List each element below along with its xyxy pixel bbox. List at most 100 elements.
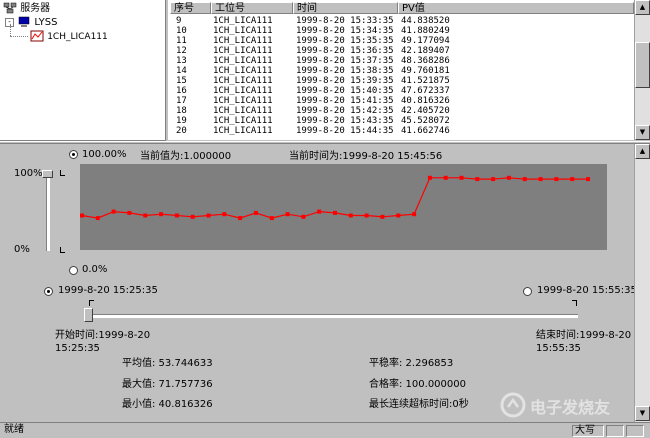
row-pv[interactable]: 41.662746 [401,126,450,136]
row-time[interactable]: 1999-8-20 15:34:35 [296,26,394,36]
row-index[interactable]: 13 [176,56,187,66]
row-time[interactable]: 1999-8-20 15:39:35 [296,76,394,86]
row-tag[interactable]: 1CH_LICA111 [213,126,273,136]
scroll-up-button[interactable]: ▲ [635,0,650,15]
trend-point [301,214,306,219]
row-time[interactable]: 1999-8-20 15:33:35 [296,16,394,26]
row-index[interactable]: 11 [176,36,187,46]
radio-bottom-percent[interactable] [69,266,78,275]
row-tag[interactable]: 1CH_LICA111 [213,46,273,56]
col-header-pv[interactable]: PV值 [398,2,634,14]
trend-point [506,175,511,180]
tree-leaf-tag[interactable]: 1CH_LICA111 [30,30,108,44]
row-index[interactable]: 17 [176,96,187,106]
time-range-thumb[interactable] [84,308,93,322]
row-tag[interactable]: 1CH_LICA111 [213,56,273,66]
trend-point [127,210,132,215]
row-index[interactable]: 12 [176,46,187,56]
stat-min: 最小值: 40.816326 [122,399,213,410]
row-index[interactable]: 16 [176,86,187,96]
trend-point [111,209,116,214]
status-bar: 就绪 大写 [0,422,650,438]
pane-splitter[interactable] [0,141,650,144]
end-time-label: 结束时间:1999-8-20 [536,330,632,341]
row-pv[interactable]: 44.838520 [401,16,450,26]
trend-point [206,213,211,218]
col-header-time[interactable]: 时间 [293,2,398,14]
history-table[interactable]: 序号 工位号 时间 PV值 9 1CH_LICA111 1999-8-20 15:3… [168,0,634,140]
row-pv[interactable]: 45.528072 [401,116,450,126]
row-tag[interactable]: 1CH_LICA111 [213,66,273,76]
row-pv[interactable]: 41.880249 [401,26,450,36]
row-time[interactable]: 1999-8-20 15:41:35 [296,96,394,106]
row-tag[interactable]: 1CH_LICA111 [213,106,273,116]
trend-point [253,210,258,215]
trend-plot [80,164,607,250]
row-time[interactable]: 1999-8-20 15:36:35 [296,46,394,56]
radio-end-time[interactable] [523,287,532,296]
row-pv[interactable]: 42.189407 [401,46,450,56]
vertical-slider-track[interactable] [46,176,50,251]
row-index[interactable]: 15 [176,76,187,86]
row-index[interactable]: 10 [176,26,187,36]
trend-point [143,213,148,218]
row-index[interactable]: 18 [176,106,187,116]
trend-point [364,213,369,218]
row-index[interactable]: 9 [176,16,181,26]
trend-point [380,214,385,219]
row-time[interactable]: 1999-8-20 15:40:35 [296,86,394,96]
trend-scrollbar[interactable]: ▲ ▼ [634,144,650,422]
radio-start-time[interactable] [44,287,53,296]
row-tag[interactable]: 1CH_LICA111 [213,76,273,86]
start-time-label: 开始时间:1999-8-20 [55,330,151,341]
current-time-label: 当前时间为:1999-8-20 15:45:56 [289,151,443,162]
row-time[interactable]: 1999-8-20 15:35:35 [296,36,394,46]
end-time-radio-label: 1999-8-20 15:55:35 [537,285,637,296]
scroll-thumb[interactable] [635,42,650,88]
radio-top-percent[interactable] [69,150,78,159]
vertical-slider-thumb[interactable] [42,170,53,178]
col-header-tag[interactable]: 工位号 [211,2,293,14]
row-time[interactable]: 1999-8-20 15:38:35 [296,66,394,76]
row-pv[interactable]: 40.816326 [401,96,450,106]
tag-icon [30,30,44,42]
row-pv[interactable]: 47.672337 [401,86,450,96]
row-index[interactable]: 14 [176,66,187,76]
row-pv[interactable]: 49.177094 [401,36,450,46]
time-range-track[interactable] [89,314,578,318]
trend-scroll-down-button[interactable]: ▼ [635,406,650,421]
row-time[interactable]: 1999-8-20 15:43:35 [296,116,394,126]
row-tag[interactable]: 1CH_LICA111 [213,36,273,46]
row-pv[interactable]: 49.760181 [401,66,450,76]
watermark-icon [500,392,526,418]
trend-point [285,212,290,217]
trend-point [269,216,274,221]
top-percent-label: 100.00% [82,149,127,160]
row-tag[interactable]: 1CH_LICA111 [213,26,273,36]
tree-root[interactable]: 服务器 [3,2,50,16]
row-pv[interactable]: 41.521875 [401,76,450,86]
current-value-label: 当前值为:1.000000 [140,151,232,162]
col-header-index[interactable]: 序号 [170,2,211,14]
trend-point [95,216,100,221]
row-time[interactable]: 1999-8-20 15:37:35 [296,56,394,66]
status-scrl [626,425,644,437]
scroll-down-button[interactable]: ▼ [635,125,650,140]
trend-point [174,213,179,218]
trend-point [80,213,84,218]
table-scrollbar[interactable]: ▲ ▼ [634,0,650,140]
row-time[interactable]: 1999-8-20 15:44:35 [296,126,394,136]
row-pv[interactable]: 48.368286 [401,56,450,66]
trend-point [159,212,164,217]
server-tree[interactable]: 服务器 - LYSS 1CH_LICA111 [0,0,166,141]
row-pv[interactable]: 42.405720 [401,106,450,116]
row-index[interactable]: 19 [176,116,187,126]
row-index[interactable]: 20 [176,126,187,136]
row-tag[interactable]: 1CH_LICA111 [213,96,273,106]
trend-scroll-up-button[interactable]: ▲ [635,144,650,159]
tree-node-lyss[interactable]: - LYSS [5,16,57,30]
row-tag[interactable]: 1CH_LICA111 [213,86,273,96]
row-tag[interactable]: 1CH_LICA111 [213,16,273,26]
row-tag[interactable]: 1CH_LICA111 [213,116,273,126]
row-time[interactable]: 1999-8-20 15:42:35 [296,106,394,116]
